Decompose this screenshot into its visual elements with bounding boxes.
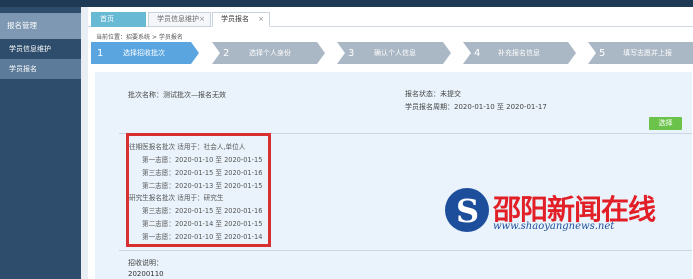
sidebar-title: 报名管理 [0, 13, 81, 39]
main-panel: 首页 学员信息维护 × 学员报名 × 当前位置：招要系统 > 学员报名 1 选择… [88, 7, 693, 279]
step-label: 选择招收批次 [123, 49, 165, 57]
batch-row: 第二志愿：2020-01-14 至 2020-01-15 [142, 220, 263, 228]
step-label: 补充报名信息 [498, 49, 540, 57]
step-number: 5 [599, 47, 606, 59]
watermark-url: www.shaoyangnews.net [493, 221, 615, 232]
step-4[interactable]: 4 补充报名信息 [472, 42, 540, 64]
sidebar: 报名管理 学员信息维护 学员报名 [0, 7, 81, 279]
step-5[interactable]: 5 填写志愿并上报 [597, 42, 672, 64]
tab-home[interactable]: 首页 [91, 12, 146, 27]
tab-student-info[interactable]: 学员信息维护 × [148, 12, 211, 27]
step-2[interactable]: 2 选择个人身份 [221, 42, 291, 64]
enroll-period: 学员报名周期：2020-01-10 至 2020-01-17 [405, 103, 547, 111]
tab-label: 首页 [100, 15, 114, 23]
enroll-status: 报名状态：未提交 [405, 90, 461, 98]
tab-label: 学员报名 [221, 15, 249, 23]
breadcrumb: 当前位置：招要系统 > 学员报名 [96, 34, 183, 41]
tab-student-enroll[interactable]: 学员报名 × [212, 12, 270, 27]
tab-bar: 首页 学员信息维护 × 学员报名 × [88, 10, 693, 27]
batch-row: 第三志愿：2020-01-15 至 2020-01-16 [142, 207, 263, 215]
step-3[interactable]: 3 确认个人信息 [346, 42, 416, 64]
step-number: 3 [348, 47, 355, 59]
batch-content-panel: 批次名称：测试批次—报名无效 报名状态：未提交 学员报名周期：2020-01-1… [95, 72, 692, 279]
batch-name: 批次名称：测试批次—报名无效 [128, 91, 226, 99]
step-number: 4 [474, 47, 481, 59]
batch-row: 第一志愿：2020-01-10 至 2020-01-15 [142, 156, 263, 164]
step-number: 1 [97, 47, 104, 59]
top-bar [0, 0, 693, 7]
tab-label: 学员信息维护 [157, 15, 199, 23]
step-label: 确认个人信息 [374, 49, 416, 57]
watermark: S 邵阳新闻在线 www.shaoyangnews.net [445, 188, 656, 238]
remark-value: 20200110 [128, 270, 164, 278]
sidebar-item-student-enroll[interactable]: 学员报名 [0, 59, 81, 79]
sidebar-item-student-info[interactable]: 学员信息维护 [0, 39, 81, 59]
close-icon[interactable]: × [258, 13, 264, 26]
watermark-logo-icon: S [445, 188, 489, 232]
remark-label: 招收说明： [128, 259, 163, 267]
select-button[interactable]: 选择 [649, 117, 682, 130]
batch-row: 第二志愿：2020-01-13 至 2020-01-15 [142, 182, 263, 190]
step-1[interactable]: 1 选择招收批次 [95, 42, 165, 64]
step-wizard: 1 选择招收批次 2 选择个人身份 3 确认个人信息 4 补充报名信息 5 填写… [91, 42, 693, 64]
close-icon[interactable]: × [199, 13, 205, 26]
divider [119, 250, 692, 251]
step-label: 填写志愿并上报 [623, 49, 672, 57]
step-number: 2 [223, 47, 230, 59]
step-label: 选择个人身份 [249, 49, 291, 57]
batch-header: 往期医报名批次 适用于：社会人,单位人 [129, 143, 246, 151]
batch-row: 第一志愿：2020-01-10 至 2020-01-14 [142, 233, 263, 241]
batch-header: 研究生报名批次 适用于：研究生 [129, 194, 224, 202]
batch-row: 第三志愿：2020-01-15 至 2020-01-16 [142, 169, 263, 177]
